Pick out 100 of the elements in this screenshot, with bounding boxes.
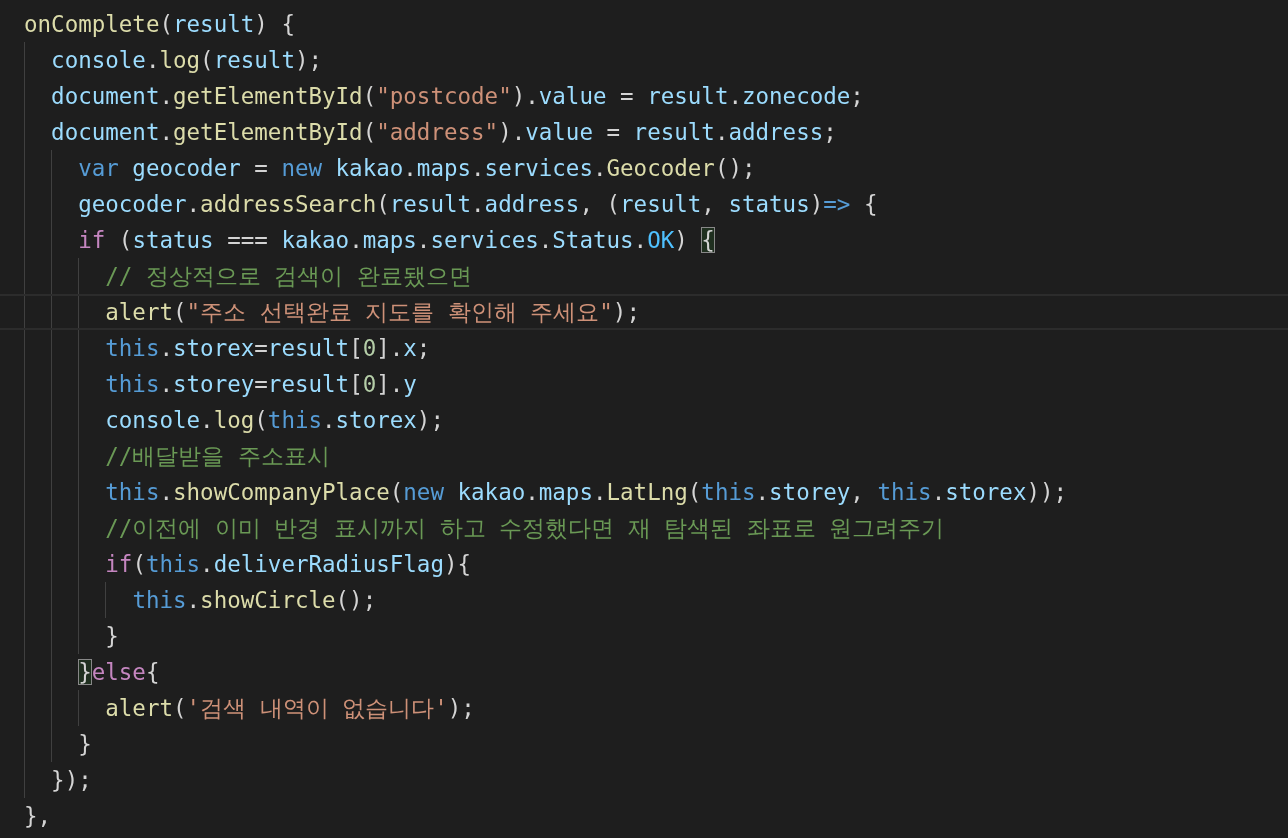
keyword: else [91,659,146,685]
identifier: address [484,191,580,217]
code-punctuation: . [200,407,214,433]
function-name: addressSearch [200,191,377,217]
identifier: result [173,11,255,37]
code-punctuation: ]. [376,371,404,397]
keyword: if [105,551,133,577]
code-punctuation: ( [687,479,702,505]
code-punctuation: . [728,83,742,109]
code-punctuation: , [701,191,716,217]
keyword: this [145,551,201,577]
function-name: log [159,47,201,73]
code-punctuation: . [349,227,363,253]
identifier: services [430,227,539,253]
identifier: result [620,191,702,217]
identifier: maps [416,155,472,181]
identifier: storex [335,407,417,433]
code-punctuation: . [159,119,173,145]
code-punctuation: = [605,119,622,145]
code-punctuation: ( [173,695,187,721]
code-punctuation: . [592,155,607,181]
identifier: storey [173,371,255,397]
identifier: status [132,227,214,253]
identifier: kakao [456,479,526,505]
identifier: storex [945,479,1027,505]
code-punctuation: ). [511,83,539,109]
code-punctuation: ) [674,227,689,253]
code-punctuation: . [159,479,173,505]
code-punctuation: . [159,335,173,361]
code-comment: // 정상적으로 검색이 완료됐으면 [105,263,472,289]
code-punctuation: ; [823,119,837,145]
identifier: geocoder [131,155,241,181]
code-punctuation: ( [173,299,187,325]
code-comment: //이전에 이미 반경 표시까지 하고 수정했다면 재 탐색된 좌표로 원그려주기 [105,515,945,541]
identifier: geocoder [78,191,187,217]
code-punctuation: ( [362,83,377,109]
code-punctuation: { [862,191,878,217]
identifier: kakao [334,155,404,181]
function-name: alert [105,299,173,325]
code-punctuation: === [226,227,269,253]
code-punctuation: = [254,335,268,361]
number-literal: 0 [362,335,377,361]
code-punctuation: . [159,371,173,397]
keyword: this [105,479,160,505]
keyword: this [877,479,932,505]
code-punctuation: . [525,479,539,505]
code-punctuation: . [714,119,729,145]
function-name: log [213,407,255,433]
code-punctuation: { [145,659,160,685]
code-punctuation: ( [376,191,390,217]
method-call: .showCircle [186,587,336,613]
identifier: document [51,119,160,145]
code-punctuation: . [755,479,770,505]
function-name: showCompanyPlace [173,479,390,505]
code-punctuation: = [619,83,635,109]
code-comment: //배달받을 주소표시 [105,443,330,469]
constant: OK [647,227,675,253]
identifier: result [213,47,295,73]
matched-bracket: { [701,227,715,253]
code-punctuation: = [253,155,269,181]
code-punctuation: [ [349,371,363,397]
code-punctuation: ( [159,11,173,37]
identifier: y [403,371,417,397]
code-punctuation: ]. [376,335,404,361]
identifier: kakao [281,227,350,253]
code-punctuation: . [592,479,607,505]
code-punctuation: ( [117,227,133,253]
keyword: this [105,335,160,361]
identifier: result [267,371,350,397]
code-punctuation: . [200,551,214,577]
function-name: getElementById [173,119,363,145]
code-punctuation: = [254,371,268,397]
code-punctuation: . [416,227,431,253]
keyword: this [105,371,160,397]
identifier: storex [173,335,255,361]
code-punctuation: , ( [579,191,621,217]
code-punctuation: ). [498,119,526,145]
string-literal: "postcode" [376,83,512,109]
identifier: result [647,83,729,109]
code-punctuation: ); [294,47,323,73]
identifier: status [728,191,810,217]
string-literal: '검색 내역이 없습니다' [186,695,448,721]
code-punctuation: ) { [254,11,295,37]
code-punctuation: ; [416,335,431,361]
code-punctuation: . [471,191,485,217]
identifier: x [403,335,417,361]
identifier: services [484,155,593,181]
string-literal: "주소 선택완료 지도를 확인해 주세요" [186,299,613,325]
code-punctuation: . [159,83,173,109]
code-punctuation: (); [335,587,377,613]
number-literal: 0 [362,371,377,397]
code-punctuation: ( [362,119,377,145]
function-name: Geocoder [606,155,715,181]
identifier: result [389,191,472,217]
code-punctuation: . [403,155,417,181]
code-punctuation: ); [416,407,444,433]
code-punctuation: . [186,191,201,217]
code-punctuation: ; [850,83,864,109]
keyword: this [701,479,756,505]
keyword: this [132,587,187,613]
